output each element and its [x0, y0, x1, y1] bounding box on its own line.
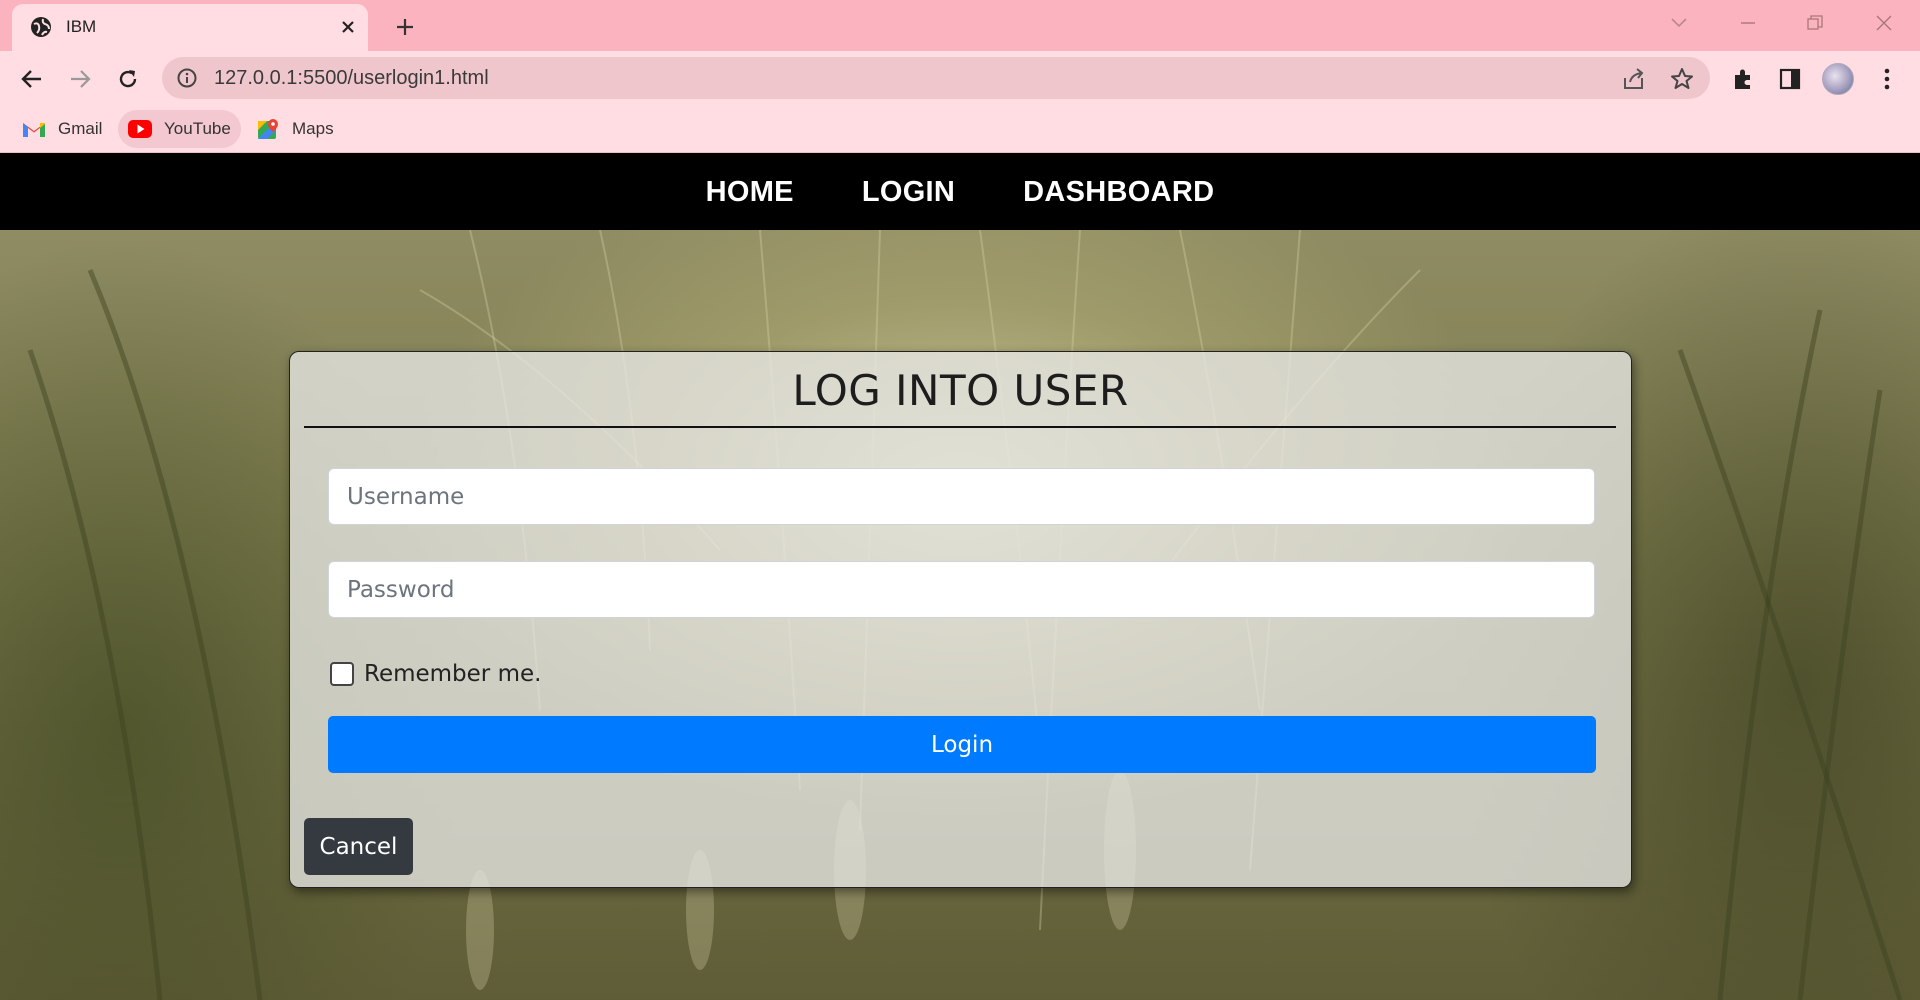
bookmark-gmail[interactable]: Gmail — [12, 110, 112, 148]
reload-icon[interactable] — [110, 61, 146, 97]
bookmark-star-icon[interactable] — [1669, 66, 1695, 92]
gmail-icon — [22, 119, 46, 139]
bookmark-youtube[interactable]: YouTube — [118, 110, 241, 148]
window-close-icon[interactable] — [1866, 8, 1902, 38]
forward-arrow-icon[interactable] — [62, 61, 98, 97]
login-title: LOG INTO USER — [792, 366, 1129, 415]
bookmark-maps[interactable]: Maps — [246, 110, 344, 148]
globe-icon — [30, 16, 52, 38]
cancel-button[interactable]: Cancel — [304, 818, 413, 875]
nav-home-link[interactable]: HOME — [672, 176, 828, 209]
remember-me-label: Remember me. — [364, 661, 542, 687]
browser-tab[interactable]: IBM — [12, 4, 368, 51]
back-arrow-icon[interactable] — [14, 61, 50, 97]
tab-search-chevron-icon[interactable] — [1661, 8, 1697, 38]
site-navbar: HOME LOGIN DASHBOARD — [0, 154, 1920, 230]
bookmark-label: YouTube — [164, 119, 231, 138]
nav-login-link[interactable]: LOGIN — [828, 176, 989, 209]
address-bar[interactable]: 127.0.0.1:5500/userlogin1.html — [162, 57, 1710, 99]
browser-tabstrip: IBM — [0, 0, 1920, 51]
bookmark-label: Gmail — [58, 119, 103, 138]
remember-me-checkbox[interactable] — [330, 662, 354, 686]
new-tab-plus-icon[interactable] — [390, 12, 420, 42]
tab-title: IBM — [66, 17, 97, 36]
bookmark-label: Maps — [292, 119, 334, 138]
site-info-icon[interactable] — [176, 67, 198, 89]
maps-icon — [256, 119, 280, 139]
page-viewport: HOME LOGIN DASHBOARD LOG INTO USER Usern… — [0, 154, 1920, 1000]
login-card: LOG INTO USER Remember me. Login Cancel — [289, 351, 1632, 888]
bookmarks-bar: Gmail YouTube Maps — [0, 106, 1920, 153]
youtube-icon — [128, 119, 152, 139]
restore-icon[interactable] — [1797, 8, 1833, 38]
login-button[interactable]: Login — [328, 716, 1596, 773]
profile-avatar[interactable] — [1822, 63, 1854, 95]
username-input[interactable] — [328, 468, 1595, 525]
title-divider — [304, 426, 1616, 428]
remember-me-row[interactable]: Remember me. — [330, 661, 541, 687]
minimize-icon[interactable] — [1730, 8, 1766, 38]
side-panel-icon[interactable] — [1773, 62, 1807, 96]
browser-toolbar: 127.0.0.1:5500/userlogin1.html — [0, 51, 1920, 106]
password-input[interactable] — [328, 561, 1595, 618]
kebab-menu-icon[interactable] — [1870, 62, 1904, 96]
extensions-puzzle-icon[interactable] — [1726, 62, 1760, 96]
nav-dashboard-link[interactable]: DASHBOARD — [989, 176, 1248, 209]
close-icon[interactable] — [336, 15, 360, 39]
share-icon[interactable] — [1621, 66, 1647, 92]
url-text[interactable]: 127.0.0.1:5500/userlogin1.html — [214, 67, 489, 90]
